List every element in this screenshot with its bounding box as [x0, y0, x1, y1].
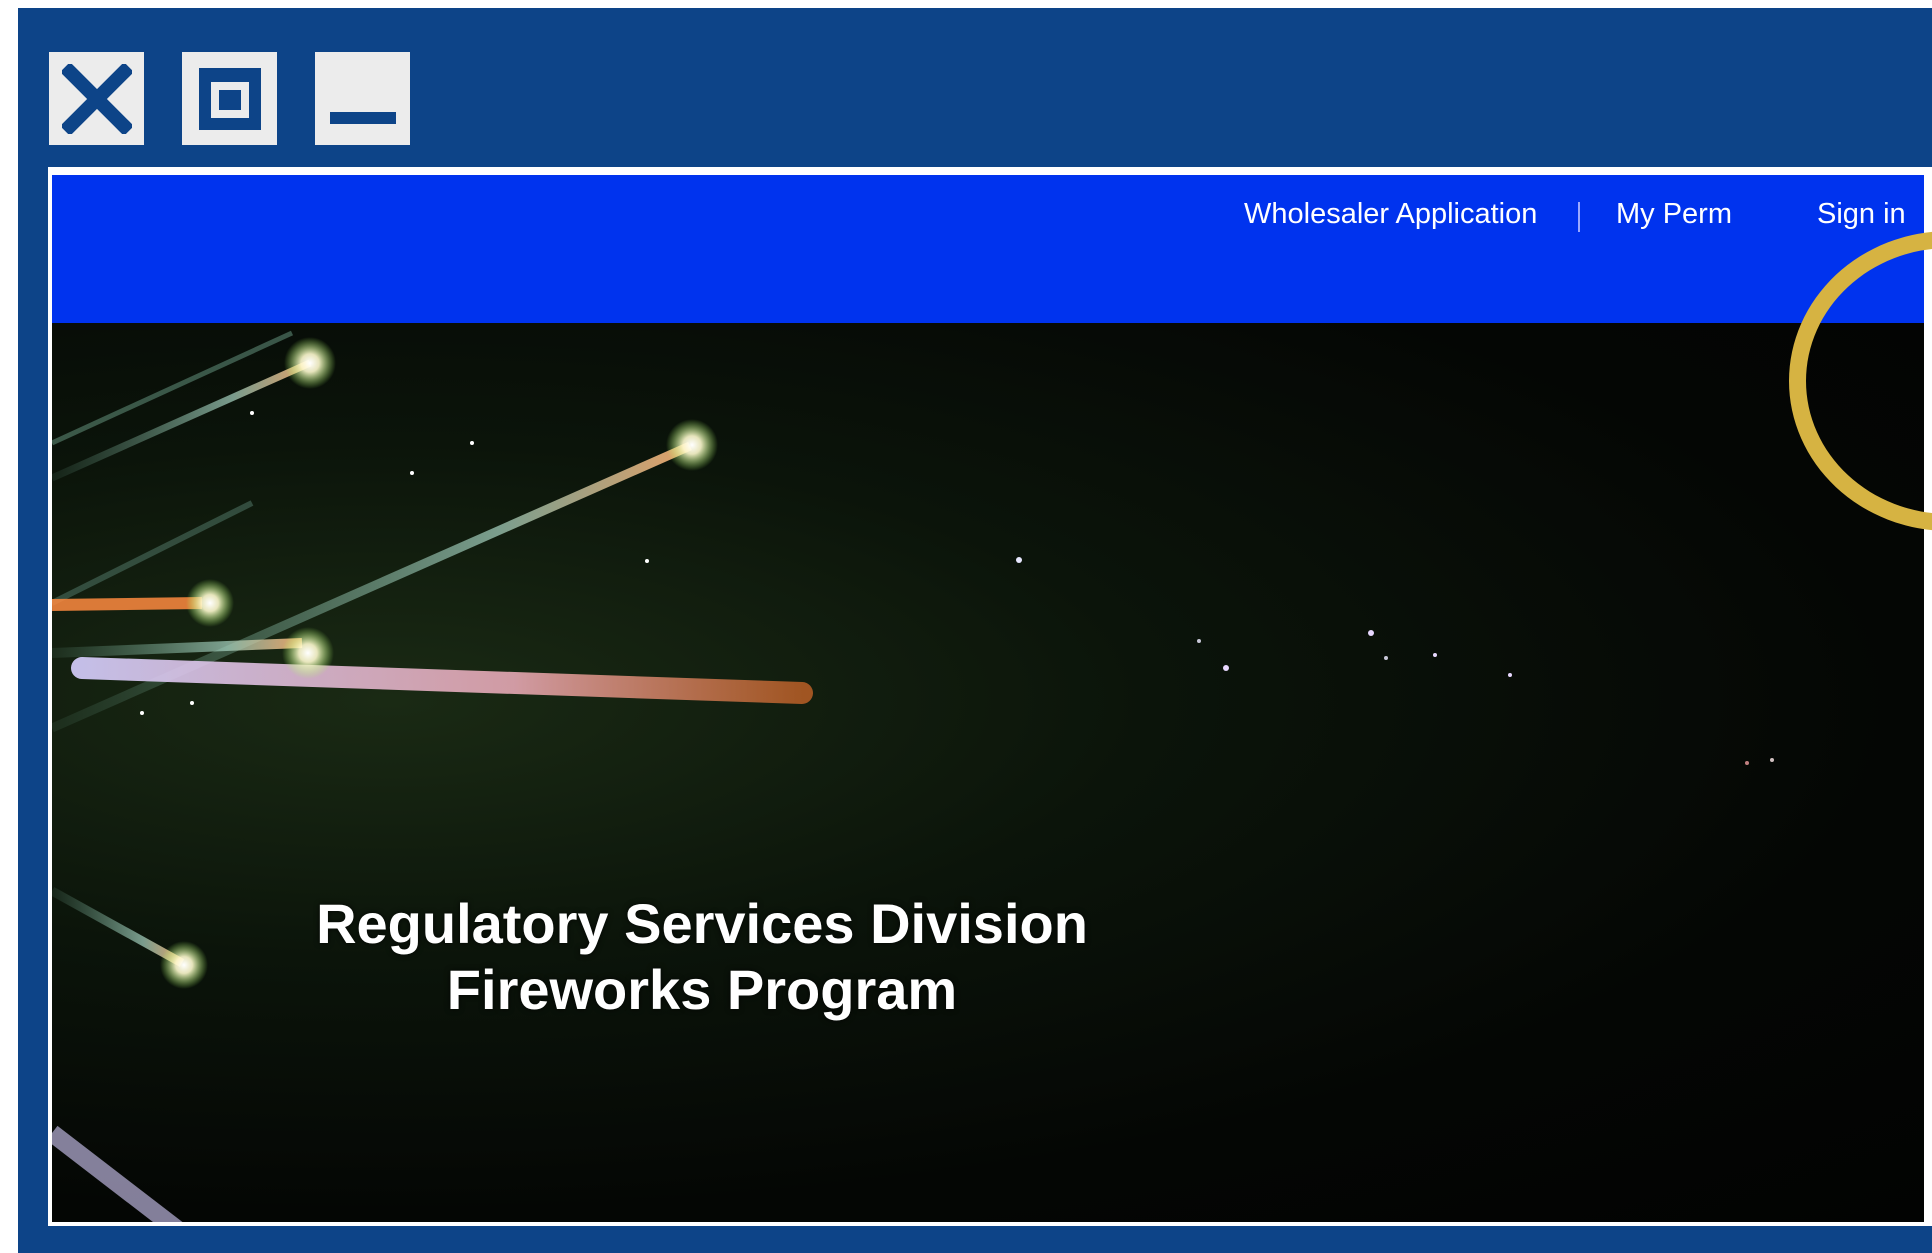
browser-viewport: Wholesaler Application My Perm Sign in R…: [52, 175, 1932, 1222]
nav-sign-in[interactable]: Sign in: [1817, 198, 1906, 231]
minimize-icon: [329, 111, 396, 124]
close-button[interactable]: [49, 52, 144, 145]
nav-separator: [1578, 202, 1580, 232]
minimize-button[interactable]: [315, 52, 410, 145]
hero-title: Regulatory Services Division Fireworks P…: [162, 891, 1242, 1023]
maximize-icon: [198, 67, 261, 130]
nav-wholesaler-application[interactable]: Wholesaler Application: [1244, 198, 1537, 231]
hero-title-line1: Regulatory Services Division: [316, 892, 1088, 955]
hero-title-line2: Fireworks Program: [446, 958, 958, 1021]
maximize-button[interactable]: [182, 52, 277, 145]
close-icon: [61, 63, 132, 134]
fireworks-image: [52, 330, 1774, 1222]
hero-banner: Regulatory Services Division Fireworks P…: [52, 323, 1924, 1222]
top-navbar: Wholesaler Application My Perm Sign in: [52, 175, 1924, 323]
nav-my-permits[interactable]: My Perm: [1616, 198, 1732, 231]
